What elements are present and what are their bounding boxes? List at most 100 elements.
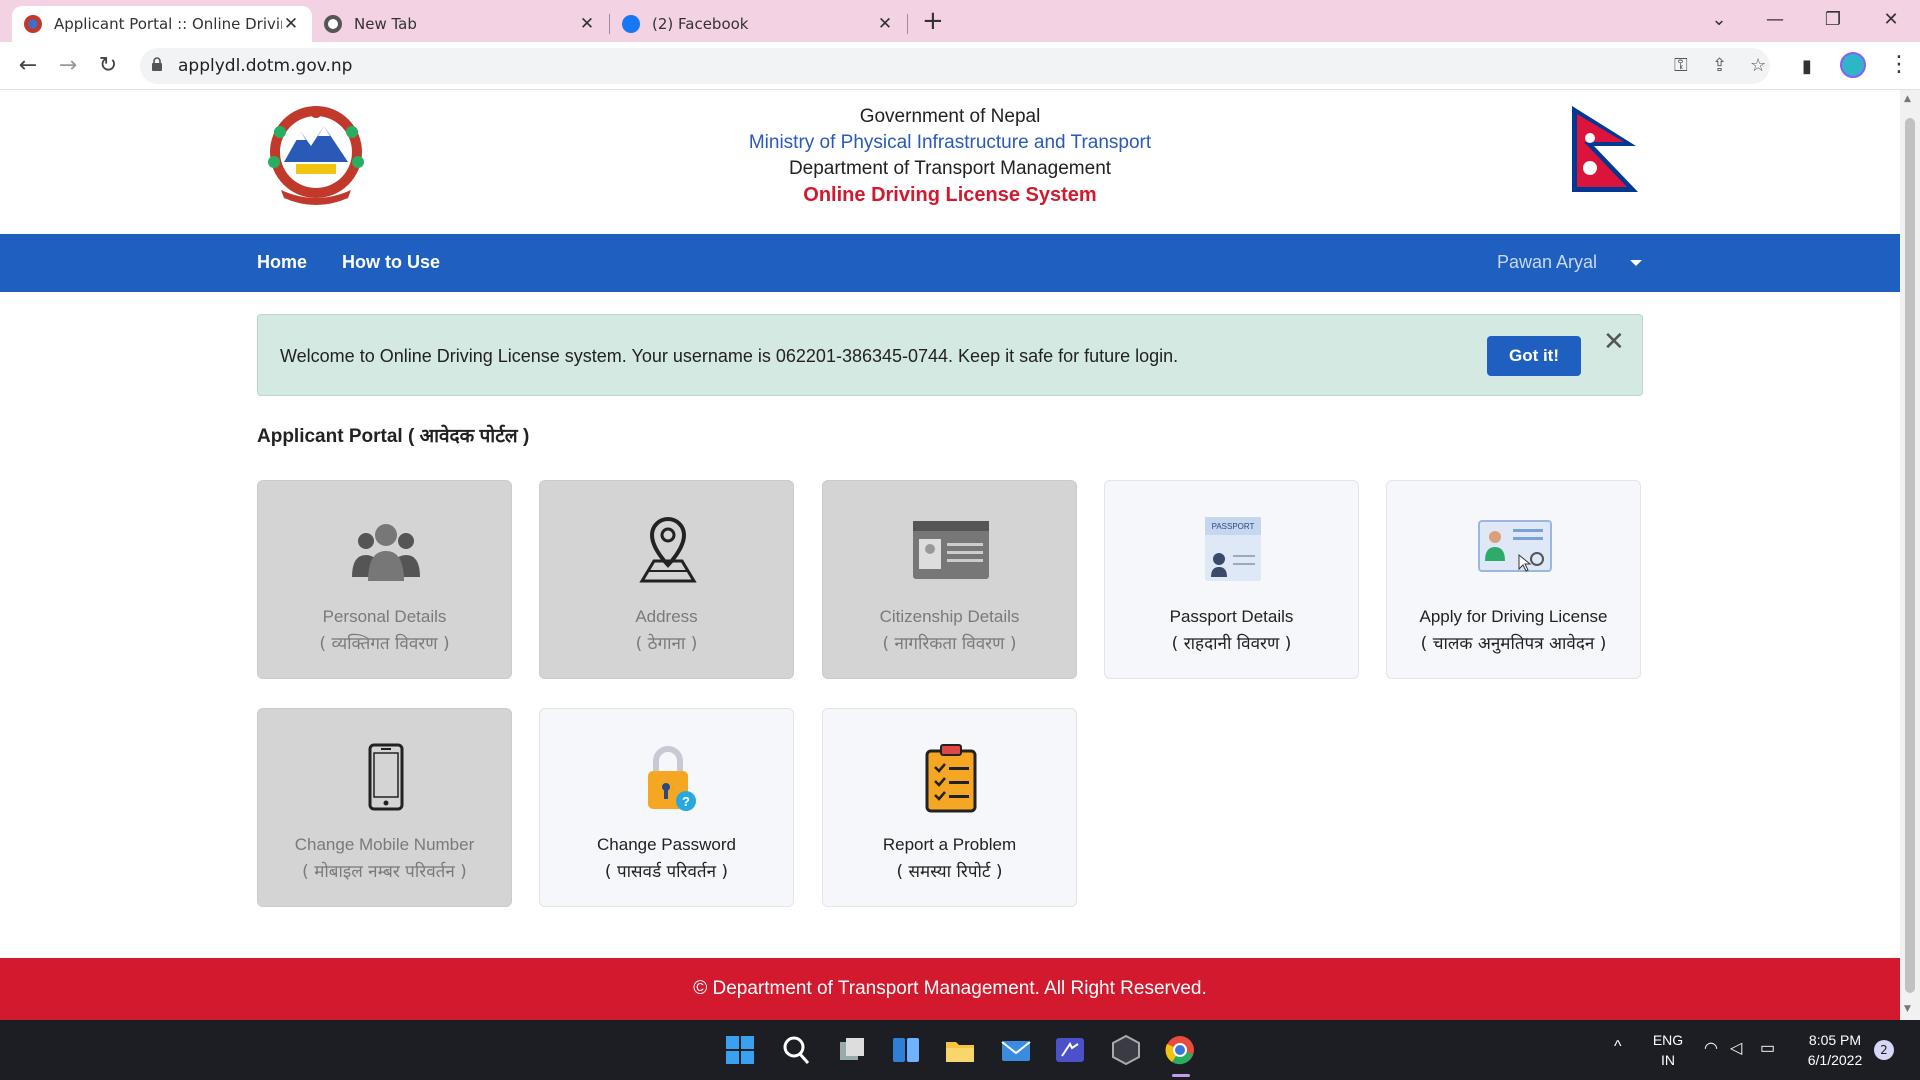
page-content: Government of Nepal Ministry of Physical… (0, 90, 1900, 1020)
restore-icon[interactable]: ❐ (1818, 6, 1848, 34)
file-explorer-icon[interactable] (944, 1034, 976, 1066)
lock-icon (152, 57, 162, 71)
search-icon[interactable] (780, 1034, 812, 1066)
scroll-up-icon[interactable]: ▲ (1904, 94, 1911, 104)
tab-applicant-portal[interactable]: Applicant Portal :: Online Driving ✕ (12, 6, 312, 42)
card-label: Change Mobile Number (294, 835, 475, 854)
svg-text:PASSPORT: PASSPORT (1212, 522, 1255, 531)
app-icon[interactable] (1054, 1034, 1086, 1066)
tab-title: Applicant Portal :: Online Driving (54, 15, 282, 33)
card-label-nepali: ( राहदानी विवरण ) (1171, 634, 1292, 654)
browser-toolbar: ← → ↻ applydl.dotm.gov.np ⚿ ⇪ ☆ ▮ ⋮ (0, 42, 1920, 90)
profile-avatar[interactable] (1840, 52, 1866, 78)
card-label: Citizenship Details (879, 607, 1020, 626)
close-window-icon[interactable]: ✕ (1876, 6, 1906, 34)
notification-badge[interactable]: 2 (1874, 1040, 1894, 1060)
clock-date[interactable]: 6/1/2022 (1800, 1052, 1870, 1068)
browser-tab-strip: Applicant Portal :: Online Driving ✕ New… (0, 0, 1920, 42)
tab-facebook[interactable]: (2) Facebook ✕ (610, 6, 906, 42)
tab-new-tab[interactable]: New Tab ✕ (312, 6, 608, 42)
windows-start-icon[interactable] (724, 1034, 756, 1066)
site-header: Government of Nepal Ministry of Physical… (0, 90, 1900, 234)
mobile-icon (368, 743, 404, 811)
location-pin-icon (639, 516, 697, 583)
main-navbar: Home How to Use Pawan Aryal (0, 234, 1900, 292)
share-icon[interactable]: ⇪ (1712, 55, 1727, 76)
card-label-nepali: ( ठेगाना ) (635, 634, 698, 654)
got-it-button[interactable]: Got it! (1487, 336, 1581, 376)
nav-home-link[interactable]: Home (257, 252, 307, 273)
license-icon (1478, 520, 1552, 572)
minimize-icon[interactable]: — (1760, 6, 1790, 34)
card-report-problem[interactable]: Report a Problem ( समस्या रिपोर्ट ) (822, 708, 1077, 907)
user-menu[interactable]: Pawan Aryal (1497, 252, 1597, 273)
windows-taskbar: ^ ENG IN ◠ ◁ ▭ 8:05 PM 6/1/2022 2 (0, 1020, 1920, 1080)
card-change-password[interactable]: ? Change Password ( पासवर्ड परिवर्तन ) (539, 708, 794, 907)
tab-close-icon[interactable]: ✕ (282, 14, 300, 34)
alert-message: Welcome to Online Driving License system… (280, 346, 1179, 366)
close-icon[interactable]: ✕ (1603, 327, 1625, 357)
scrollbar-thumb[interactable] (1905, 118, 1915, 993)
card-label-nepali: ( पासवर्ड परिवर्तन ) (604, 862, 729, 882)
task-view-icon[interactable] (836, 1034, 868, 1066)
widgets-icon[interactable] (890, 1034, 922, 1066)
app-icon[interactable] (1110, 1034, 1142, 1066)
card-label: Personal Details (322, 607, 447, 626)
nepal-emblem-favicon-icon (24, 15, 42, 33)
padlock-icon: ? (648, 746, 696, 811)
site-footer: © Department of Transport Management. Al… (0, 958, 1900, 1020)
battery-icon[interactable]: ▭ (1760, 1038, 1775, 1058)
card-label: Address (635, 607, 698, 626)
tab-search-chevron-icon[interactable]: ⌄ (1704, 6, 1734, 34)
reload-icon[interactable]: ↻ (92, 50, 124, 82)
svg-text:?: ? (682, 794, 690, 809)
bookmark-star-icon[interactable]: ☆ (1750, 55, 1766, 76)
tab-title: (2) Facebook (652, 15, 749, 33)
card-personal-details[interactable]: Personal Details ( व्यक्तिगत विवरण ) (257, 480, 512, 679)
menu-kebab-icon[interactable]: ⋮ (1888, 52, 1910, 77)
url-text: applydl.dotm.gov.np (178, 56, 353, 76)
tab-separator (907, 14, 908, 34)
tab-close-icon[interactable]: ✕ (578, 14, 596, 34)
forward-icon[interactable]: → (52, 50, 84, 82)
chrome-icon[interactable] (1164, 1034, 1196, 1066)
card-address[interactable]: Address ( ठेगाना ) (539, 480, 794, 679)
side-panel-icon[interactable]: ▮ (1802, 56, 1812, 77)
nepal-flag-logo (1572, 106, 1638, 192)
card-change-mobile-number[interactable]: Change Mobile Number ( मोबाइल नम्बर परिव… (257, 708, 512, 907)
tab-title: New Tab (354, 15, 417, 33)
wifi-icon[interactable]: ◠ (1704, 1038, 1718, 1058)
card-label: Passport Details (1169, 607, 1294, 626)
key-icon[interactable]: ⚿ (1674, 55, 1688, 76)
card-label: Report a Problem (882, 835, 1017, 854)
page-title: Applicant Portal ( आवेदक पोर्टल ) (257, 426, 530, 447)
card-passport-details[interactable]: PASSPORT Passport Details ( राहदानी विवर… (1104, 480, 1359, 679)
people-icon (352, 524, 420, 581)
address-bar[interactable]: applydl.dotm.gov.np ⚿ ⇪ ☆ (140, 48, 1770, 84)
scroll-down-icon[interactable]: ▼ (1904, 1004, 1911, 1014)
facebook-favicon-icon (622, 15, 640, 33)
card-label-nepali: ( चालक अनुमतिपत्र आवेदन ) (1420, 634, 1607, 654)
back-icon[interactable]: ← (12, 50, 44, 82)
language-region[interactable]: IN (1650, 1052, 1686, 1068)
language-code[interactable]: ENG (1650, 1032, 1686, 1048)
card-label-nepali: ( मोबाइल नम्बर परिवर्तन ) (302, 862, 467, 882)
show-hidden-icons-icon[interactable]: ^ (1614, 1038, 1622, 1056)
volume-icon[interactable]: ◁ (1730, 1038, 1742, 1058)
card-label: Change Password (597, 835, 736, 854)
card-apply-driving-license[interactable]: Apply for Driving License ( चालक अनुमतिप… (1386, 480, 1641, 679)
nav-how-to-use-link[interactable]: How to Use (342, 252, 440, 273)
mail-icon[interactable] (1000, 1034, 1032, 1066)
new-tab-button[interactable]: + (922, 6, 944, 36)
welcome-alert: Welcome to Online Driving License system… (257, 314, 1643, 396)
chevron-down-icon[interactable] (1630, 260, 1642, 266)
passport-icon: PASSPORT (1205, 517, 1261, 581)
clock-time[interactable]: 8:05 PM (1800, 1032, 1870, 1048)
page-scrollbar[interactable]: ▲ ▼ (1900, 90, 1920, 1020)
tab-close-icon[interactable]: ✕ (876, 14, 894, 34)
card-citizenship-details[interactable]: Citizenship Details ( नागरिकता विवरण ) (822, 480, 1077, 679)
clipboard-icon (925, 744, 977, 813)
id-card-icon (913, 521, 989, 579)
footer-copyright: © Department of Transport Management. Al… (693, 978, 1207, 999)
card-label-nepali: ( नागरिकता विवरण ) (882, 634, 1017, 654)
